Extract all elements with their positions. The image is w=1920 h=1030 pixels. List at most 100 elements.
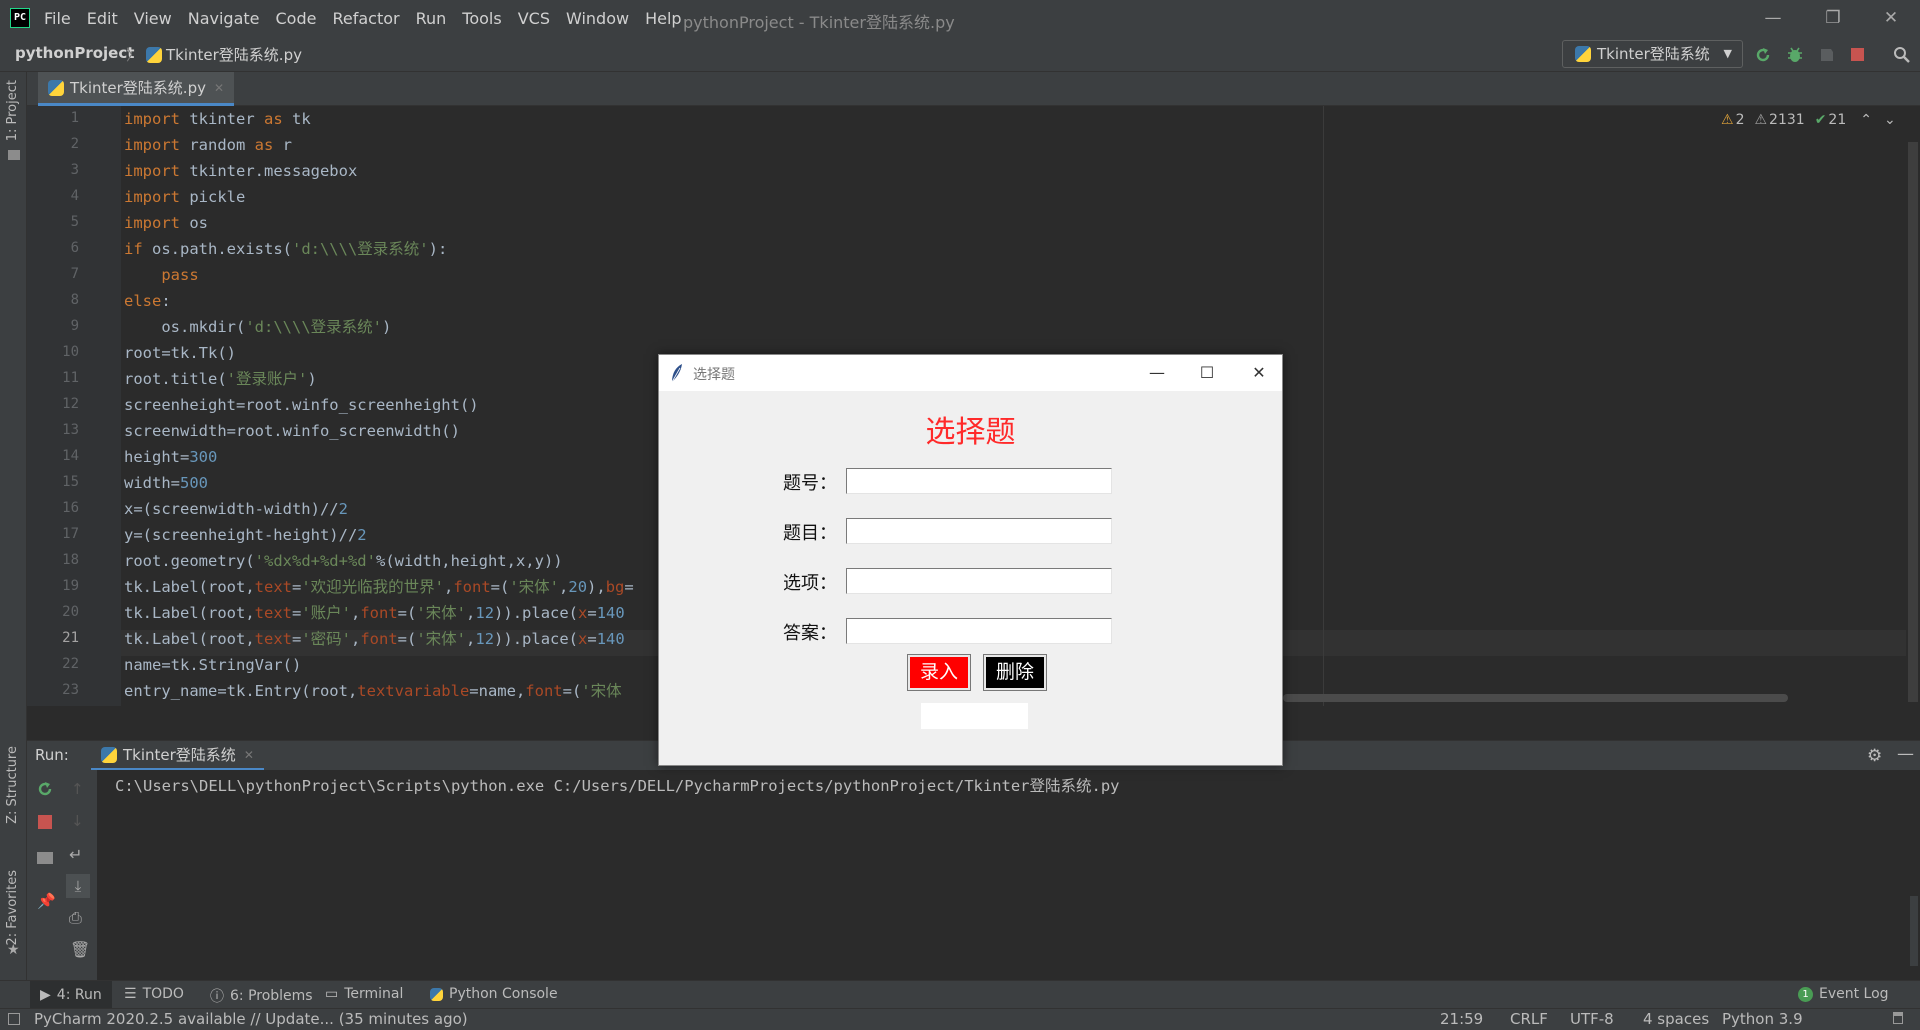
event-log-tool-button[interactable]: 1 Event Log <box>1798 986 1889 1002</box>
menu-view[interactable]: View <box>134 9 172 28</box>
minimize-button[interactable]: — <box>1750 4 1796 32</box>
menu-window[interactable]: Window <box>566 9 629 28</box>
status-output-box <box>921 703 1028 729</box>
weak-warning-icon: ⚠ <box>1754 112 1768 128</box>
menu-vcs[interactable]: VCS <box>518 9 550 28</box>
menu-navigate[interactable]: Navigate <box>188 9 260 28</box>
next-highlight-icon[interactable]: ⌄ <box>1884 112 1896 128</box>
question-text-input[interactable] <box>846 518 1112 544</box>
breadcrumb-file-label: Tkinter登陆系统.py <box>166 46 302 64</box>
console-scrollbar[interactable] <box>1910 896 1918 966</box>
close-tab-icon[interactable]: ✕ <box>244 741 254 769</box>
line-number: 6 <box>70 240 79 256</box>
terminal-tool-button[interactable]: ▭ Terminal <box>325 986 403 1002</box>
tool-window-bar: ▶ 4: Run ☰ TODO ⓘ 6: Problems ▭ Terminal… <box>0 980 1920 1008</box>
layout-icon[interactable] <box>37 852 53 864</box>
close-button[interactable]: ✕ <box>1868 4 1914 32</box>
line-number: 16 <box>62 500 79 516</box>
todo-tool-button[interactable]: ☰ TODO <box>124 986 184 1002</box>
print-icon[interactable]: ⎙ <box>69 908 82 928</box>
menu-edit[interactable]: Edit <box>87 9 118 28</box>
close-tab-icon[interactable]: ✕ <box>214 72 224 104</box>
left-tool-strip: 1: Project Z: Structure 2: Favorites ★ <box>0 72 27 980</box>
gear-icon[interactable]: ⚙ <box>1867 746 1882 766</box>
hide-panel-icon[interactable]: — <box>1897 744 1914 764</box>
run-configuration-label: Tkinter登陆系统 <box>1597 45 1710 63</box>
star-icon: ★ <box>7 942 20 958</box>
options-input[interactable] <box>846 568 1112 594</box>
toggle-tool-windows-icon[interactable] <box>8 1013 20 1025</box>
caret-position[interactable]: 21:59 <box>1440 1010 1483 1028</box>
menu-tools[interactable]: Tools <box>462 9 501 28</box>
indent-setting[interactable]: 4 spaces <box>1643 1010 1709 1028</box>
debug-icon[interactable] <box>1786 46 1804 64</box>
pin-icon[interactable]: 📌 <box>37 892 56 910</box>
search-icon[interactable] <box>1893 46 1911 64</box>
arrow-down-icon[interactable]: ↓ <box>71 812 84 830</box>
warning-icon: ⚠ <box>1721 112 1734 128</box>
play-icon: ▶ <box>40 986 51 1003</box>
breadcrumb-file[interactable]: Tkinter登陆系统.py <box>146 44 302 65</box>
rerun-icon[interactable] <box>1754 46 1772 64</box>
delete-record-button[interactable]: 删除 <box>983 654 1047 691</box>
code-line: import os <box>124 214 208 232</box>
menu-run[interactable]: Run <box>416 9 447 28</box>
soft-wrap-icon[interactable]: ↵ <box>69 845 82 864</box>
problems-tool-button[interactable]: ⓘ 6: Problems <box>210 986 313 1006</box>
stop-icon[interactable] <box>1851 48 1864 61</box>
menu-file[interactable]: File <box>44 9 71 28</box>
line-separator[interactable]: CRLF <box>1510 1010 1548 1028</box>
status-message[interactable]: PyCharm 2020.2.5 available // Update... … <box>34 1010 468 1028</box>
breadcrumb-project[interactable]: pythonProject <box>15 44 134 62</box>
code-line: import pickle <box>124 188 246 206</box>
answer-input[interactable] <box>846 618 1112 644</box>
line-number: 5 <box>70 214 79 230</box>
code-line: height=300 <box>124 448 218 466</box>
editor-tab[interactable]: Tkinter登陆系统.py ✕ <box>38 72 235 106</box>
python-interpreter[interactable]: Python 3.9 (pythonProject) <box>1722 1010 1920 1030</box>
trash-icon[interactable]: 🗑 <box>70 940 90 959</box>
line-number: 12 <box>62 396 79 412</box>
inspection-widget[interactable]: ⚠ 2 ⚠ 2131 ✔ 21 ⌃ ⌄ <box>1721 112 1896 128</box>
line-number: 10 <box>62 344 79 360</box>
line-number: 11 <box>62 370 79 386</box>
list-icon: ☰ <box>124 986 137 1002</box>
project-tool-tab[interactable]: 1: Project <box>5 80 20 141</box>
restore-button[interactable]: ❐ <box>1810 4 1856 32</box>
dialog-maximize-button[interactable]: ☐ <box>1187 361 1227 385</box>
editor-scrollbar[interactable] <box>1906 106 1920 706</box>
arrow-up-icon[interactable]: ↑ <box>71 780 84 798</box>
run-tab[interactable]: Tkinter登陆系统 ✕ <box>91 741 264 771</box>
menu-help[interactable]: Help <box>645 9 681 28</box>
menu-refactor[interactable]: Refactor <box>332 9 399 28</box>
dialog-minimize-button[interactable]: — <box>1137 361 1177 385</box>
code-line: os.mkdir('d:\\\\登录系统') <box>124 318 392 336</box>
run-console[interactable]: C:\Users\DELL\pythonProject\Scripts\pyth… <box>97 770 1920 980</box>
code-line: root=tk.Tk() <box>124 344 236 362</box>
rerun-icon[interactable] <box>36 780 54 798</box>
run-tool-button[interactable]: ▶ 4: Run <box>30 981 112 1008</box>
file-encoding[interactable]: UTF-8 <box>1570 1010 1614 1028</box>
chevron-down-icon: ▼ <box>1723 47 1732 60</box>
menu-code[interactable]: Code <box>276 9 317 28</box>
horizontal-scrollbar[interactable] <box>1283 694 1788 702</box>
code-line: root.title('登录账户') <box>124 370 317 388</box>
stop-icon[interactable] <box>38 815 52 829</box>
line-number: 9 <box>70 318 79 334</box>
warning-count: 2 <box>1735 112 1745 128</box>
coverage-icon[interactable] <box>1818 46 1836 64</box>
scroll-track <box>1908 142 1918 702</box>
terminal-tool-label: Terminal <box>344 986 404 1002</box>
add-record-button[interactable]: 录入 <box>907 654 971 691</box>
run-tool-column: 📌 ↑ ↓ ↵ ⤓ ⎙ 🗑 <box>27 770 97 980</box>
python-console-tool-button[interactable]: Python Console <box>430 986 558 1002</box>
run-configuration-select[interactable]: Tkinter登陆系统 ▼ <box>1562 40 1743 68</box>
dialog-close-button[interactable]: ✕ <box>1239 361 1279 385</box>
lock-icon[interactable] <box>1893 1012 1903 1024</box>
structure-tool-tab[interactable]: Z: Structure <box>5 746 20 824</box>
question-number-input[interactable] <box>846 468 1112 494</box>
scroll-to-end-icon[interactable]: ⤓ <box>66 874 90 898</box>
previous-highlight-icon[interactable]: ⌃ <box>1860 112 1872 128</box>
answer-label: 答案： <box>783 623 837 644</box>
favorites-tool-tab[interactable]: 2: Favorites <box>5 870 20 946</box>
